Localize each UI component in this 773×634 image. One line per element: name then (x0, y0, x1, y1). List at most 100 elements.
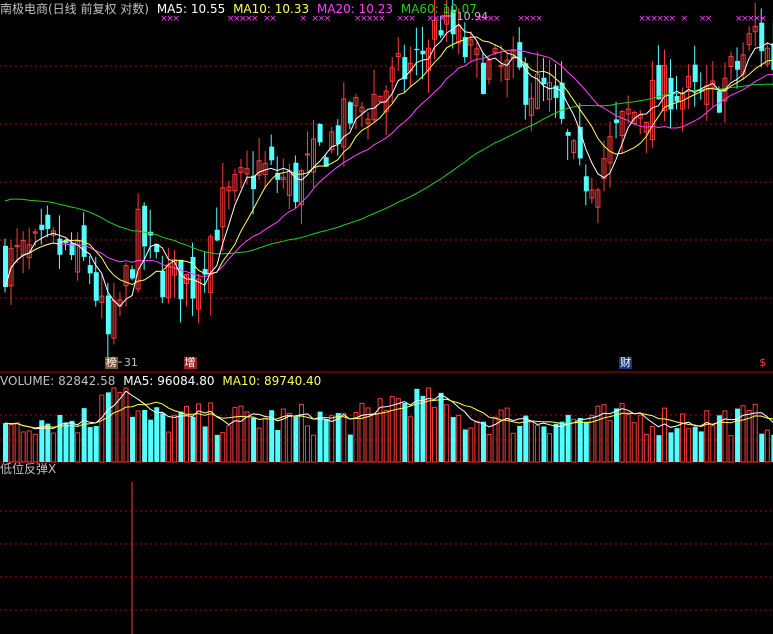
volume-bar-up (14, 422, 20, 463)
ma60-legend: MA60: 10.07 (400, 2, 477, 16)
volume-bar-down (402, 402, 408, 462)
volume-bar-up (383, 409, 389, 463)
volume-bar-up (474, 420, 480, 463)
volume-bar-up (710, 425, 716, 463)
volume-bar-down (692, 427, 698, 462)
volume-bar-up (353, 412, 359, 463)
volume-bar-down (57, 414, 63, 462)
volume-bar-down (275, 429, 281, 462)
candle-body-down (142, 205, 148, 247)
x-signal-marker: × (759, 14, 767, 24)
volume-bar-down (565, 414, 571, 462)
volume-bar-up (244, 411, 250, 463)
volume-bar-down (577, 417, 583, 462)
volume-ma10-legend: MA10: 89740.40 (222, 374, 322, 388)
volume-value: VOLUME: 82842.58 (0, 374, 116, 388)
volume-bar-down (81, 408, 87, 462)
event-tag-cai[interactable]: 财 (619, 357, 633, 369)
stock-chart-window: 10.94 31 × × × × × × × × × × × × × × × × × × × × × × × × × × × × × × × × ×… (0, 0, 773, 634)
candle-body-down (214, 229, 220, 241)
volume-bar-up (764, 429, 770, 463)
volume-bar-down (63, 422, 69, 462)
ma60-line (4, 83, 773, 255)
candle-body-down (105, 295, 111, 335)
candle-body-down (541, 77, 547, 85)
volume-bar-down (668, 432, 674, 462)
volume-bar-up (220, 432, 226, 463)
volume-bar-down (480, 421, 486, 462)
x-signal-marker: × (493, 14, 501, 24)
volume-bar-up (298, 403, 304, 463)
volume-bar-up (510, 432, 516, 463)
volume-ma10-line (4, 398, 773, 429)
volume-bar-down (130, 416, 136, 462)
volume-bar-up (226, 425, 232, 463)
candle-body-down (674, 96, 680, 102)
volume-bar-down (735, 408, 741, 462)
volume-bar-down (190, 416, 196, 462)
volume-bar-up (740, 405, 746, 463)
candle-body-down (438, 30, 444, 36)
volume-bar-down (759, 433, 765, 462)
volume-bar-up (359, 402, 365, 463)
candle-body-down (735, 60, 741, 70)
volume-bar-down (178, 411, 184, 462)
volume-bar-down (517, 425, 523, 462)
low-price-label: 31 (124, 356, 138, 369)
candle-body-down (39, 224, 45, 231)
volume-bar-down (347, 434, 353, 462)
volume-bar-down (335, 413, 341, 462)
volume-bar-up (528, 421, 534, 463)
volume-bar-up (432, 406, 438, 463)
volume-bar-up (686, 428, 692, 463)
volume-bar-up (135, 410, 141, 463)
volume-bar-up (444, 404, 450, 463)
volume-bar-up (26, 430, 32, 463)
volume-bar-down (438, 392, 444, 462)
volume-bar-up (498, 409, 504, 463)
volume-bar-down (614, 408, 620, 462)
candle-body-down (565, 132, 571, 136)
indicator-title: 低位反弹X (0, 462, 57, 476)
volume-bar-up (329, 415, 335, 463)
volume-bar-up (165, 431, 171, 463)
volume-bar-down (142, 409, 148, 462)
x-signal-marker: × (705, 14, 713, 24)
indicator-legend: 低位反弹X (0, 462, 60, 476)
candle-body-down (178, 259, 184, 300)
candle-body-down (420, 50, 426, 55)
volume-bar-down (293, 416, 299, 462)
volume-bar-down (105, 392, 111, 462)
candle-body-down (130, 269, 136, 279)
candle-body-down (656, 65, 662, 100)
candle-body-down (480, 62, 486, 95)
event-tag-bang[interactable]: 榜 (104, 357, 118, 369)
ma20-legend: MA20: 10.23 (316, 2, 393, 16)
volume-bar-up (637, 414, 643, 463)
candle-body-down (93, 272, 99, 301)
candle-body-down (402, 57, 408, 80)
volume-bar-down (3, 423, 8, 462)
volume-bar-up (232, 407, 238, 463)
volume-bar-up (680, 413, 686, 463)
volume-bar-down (462, 429, 468, 462)
volume-bar-down (656, 435, 662, 462)
volume-bar-up (123, 387, 129, 463)
volume-bar-down (69, 420, 75, 462)
volume-bar-up (486, 434, 492, 463)
stock-title: 南极电商(日线 前复权 对数) (0, 2, 149, 16)
chart-canvas: 10.9431××× ××××× ×× × ××× ××××× ××× ××× ×××× ××××… (0, 0, 773, 634)
volume-bar-down (523, 415, 529, 462)
candle-body-down (692, 64, 698, 82)
volume-bar-up (111, 387, 117, 463)
volume-legend: VOLUME: 82842.58 MA5: 96084.80 MA10: 897… (0, 374, 325, 388)
event-tag-dollar[interactable]: $ (758, 357, 768, 369)
volume-bar-down (214, 434, 220, 462)
candle-body-down (45, 214, 51, 229)
volume-bar-up (649, 426, 655, 463)
event-tag-zeng[interactable]: 增 (183, 357, 197, 369)
candle-body-down (583, 176, 589, 192)
volume-bar-down (420, 395, 426, 462)
volume-bar-up (50, 432, 56, 463)
volume-bar-up (389, 396, 395, 463)
